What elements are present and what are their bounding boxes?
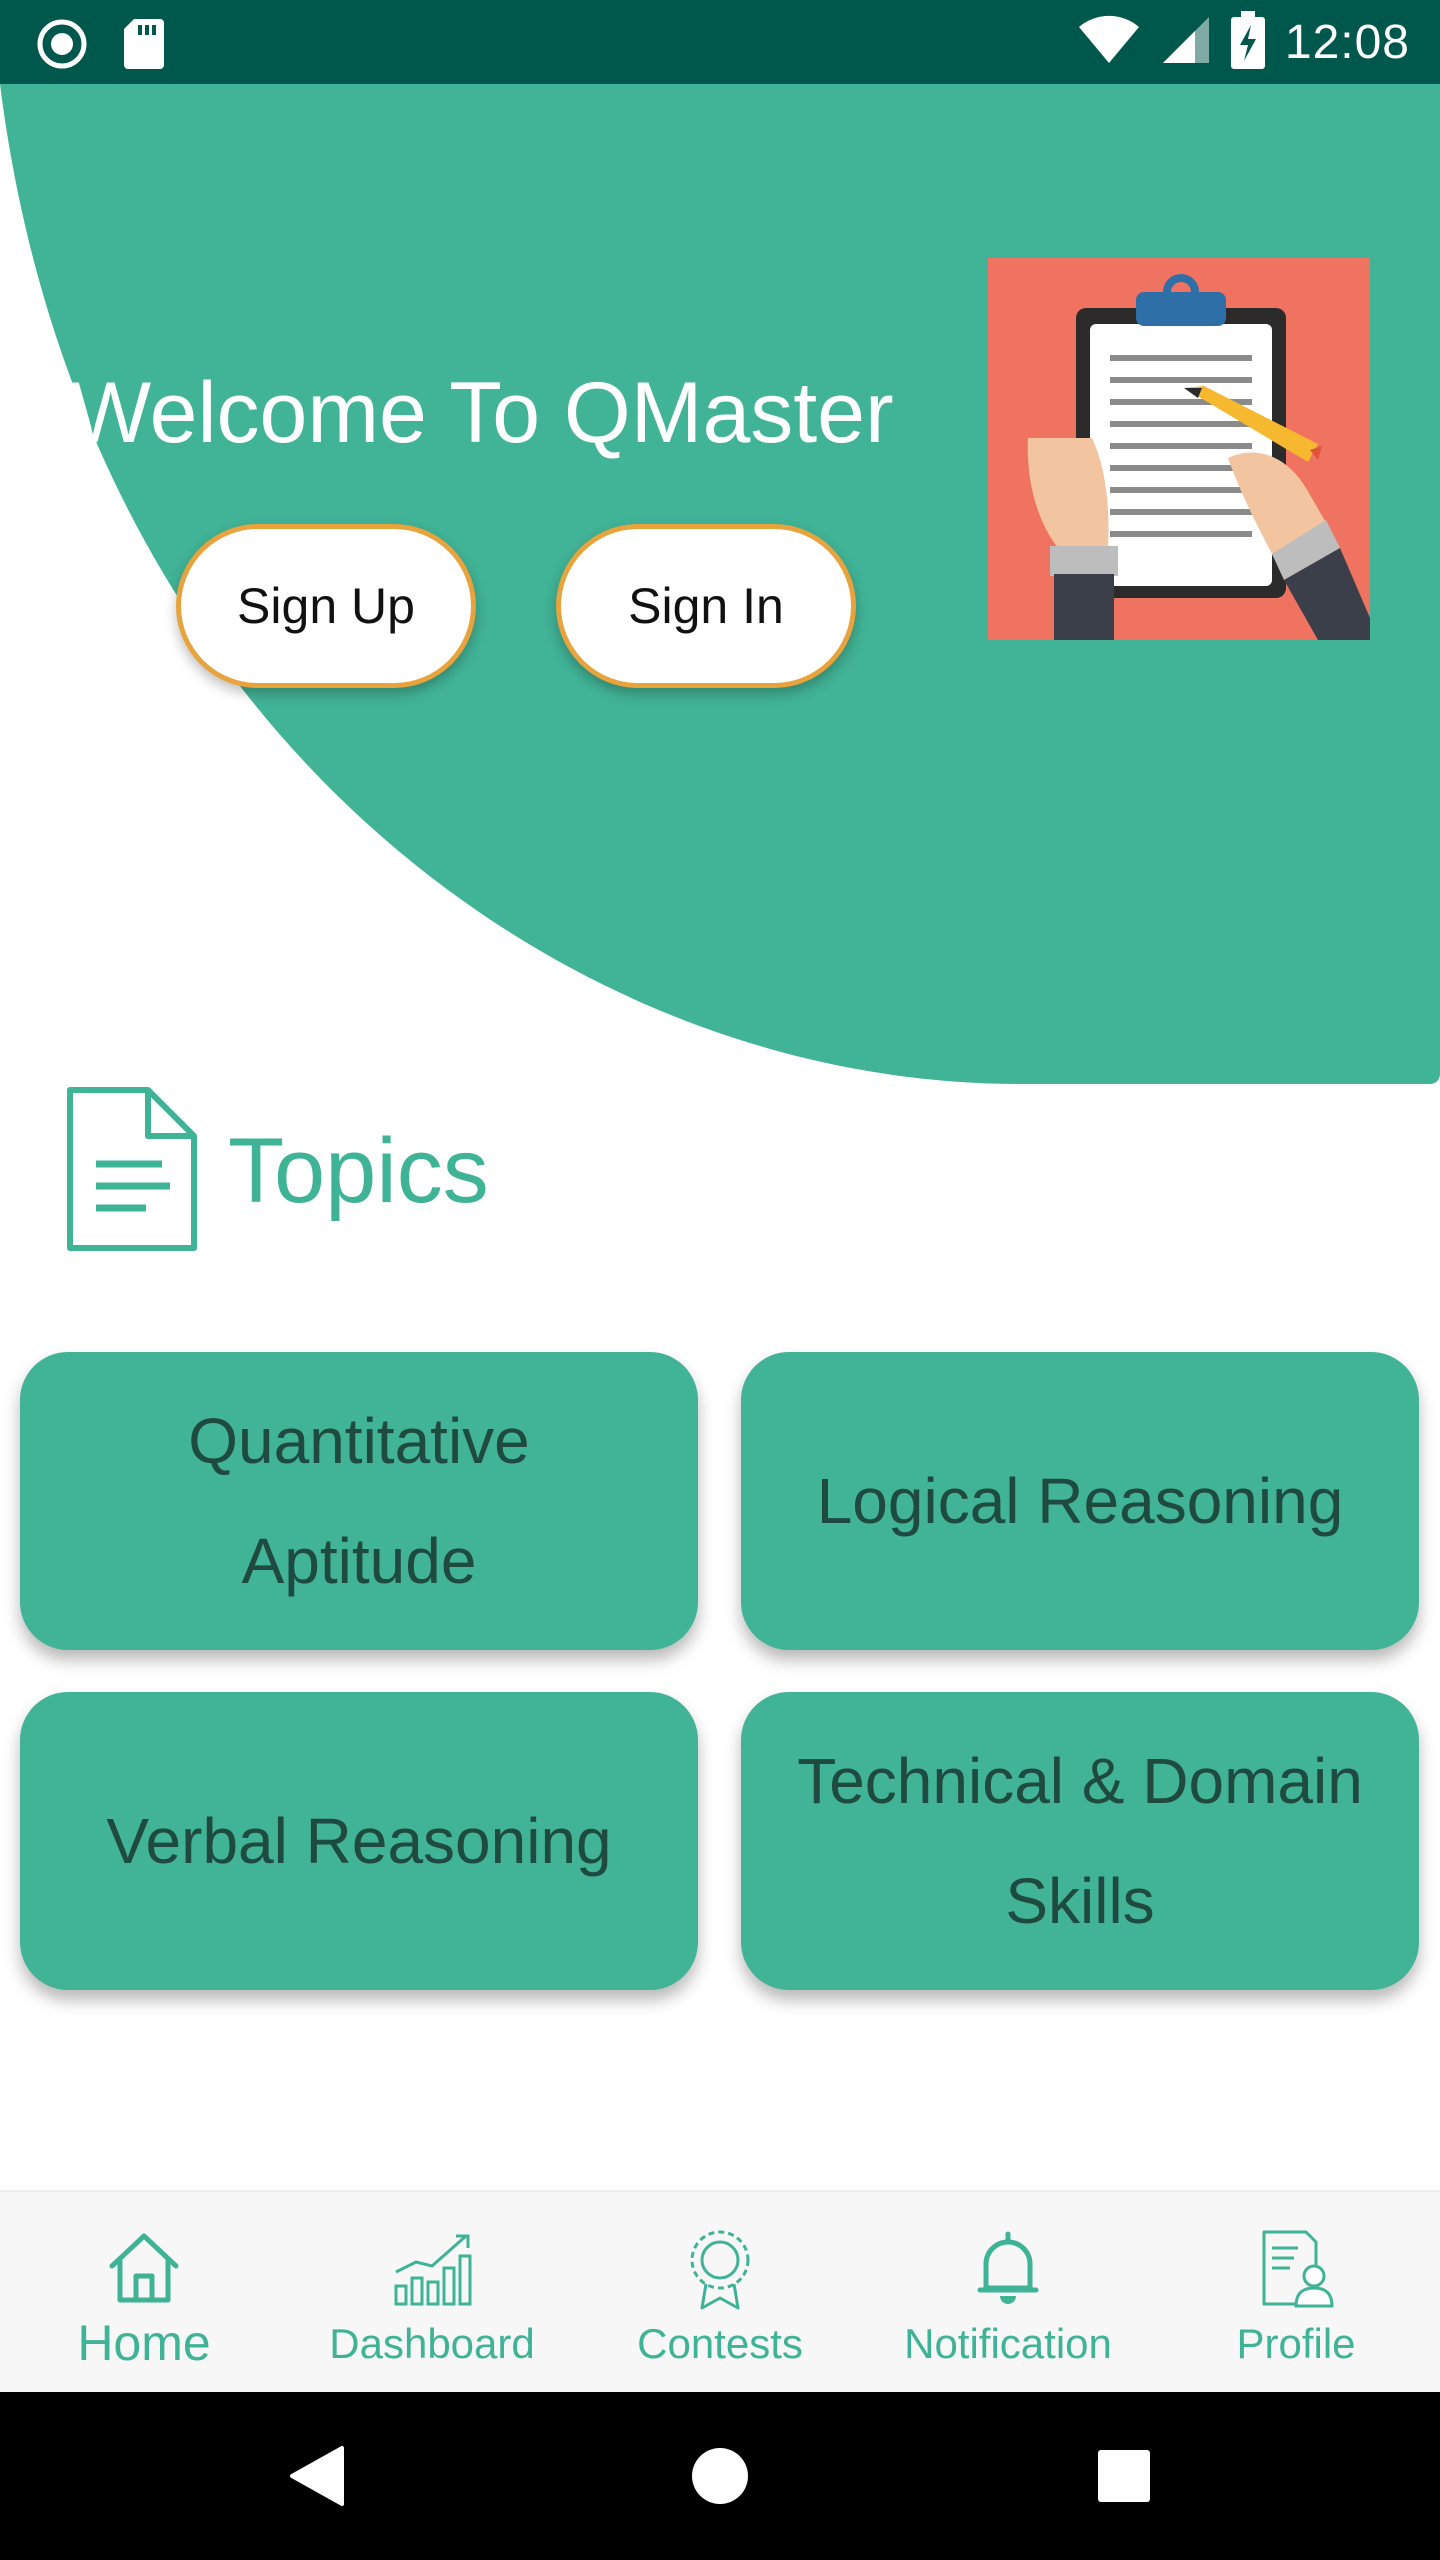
home-system-button[interactable] [640,2392,800,2560]
topics-header: Topics [66,1086,489,1257]
bell-icon [977,2231,1039,2304]
sd-card-icon [124,19,164,74]
wifi-icon [1077,15,1141,70]
system-navigation-bar [0,2392,1440,2560]
back-triangle-icon [290,2446,344,2506]
nav-label: Dashboard [329,2320,535,2367]
bottom-navigation: Home Dashboard Contests Notification Pro… [0,2190,1440,2392]
bar-chart-icon [394,2234,472,2306]
topic-card-verbal-reasoning[interactable]: Verbal Reasoning [20,1692,698,1990]
back-button[interactable] [236,2392,396,2560]
nav-item-notification[interactable]: Notification [864,2192,1152,2392]
nav-item-dashboard[interactable]: Dashboard [288,2192,576,2392]
sign-in-button[interactable]: Sign In [556,524,856,688]
topics-title: Topics [228,1119,489,1222]
recents-square-icon [1098,2450,1150,2502]
topic-card-label: Logical Reasoning [816,1465,1344,1537]
battery-charging-icon [1230,10,1265,74]
home-icon [109,2233,179,2303]
welcome-title: Welcome To QMaster [70,365,894,461]
hero-section: Welcome To QMaster Sign Up Sign In [0,84,1440,1084]
cell-signal-icon [1161,15,1211,70]
sign-up-button[interactable]: Sign Up [176,524,476,688]
nav-item-contests[interactable]: Contests [576,2192,864,2392]
home-circle-icon [692,2448,748,2504]
topic-card-label: Technical & Domain Skills [797,1745,1363,1937]
status-bar: 12:08 [0,0,1440,84]
badge-icon [690,2230,750,2310]
nav-label: Notification [904,2320,1112,2367]
document-icon [66,1086,198,1257]
nav-label: Profile [1236,2320,1356,2367]
status-time: 12:08 [1284,15,1410,69]
nav-label: Home [77,2315,211,2371]
profile-icon [1262,2230,1334,2308]
topic-card-technical-domain-skills[interactable]: Technical & Domain Skills [741,1692,1419,1990]
recents-button[interactable] [1044,2392,1204,2560]
clipboard-illustration [988,258,1370,640]
topic-card-logical-reasoning[interactable]: Logical Reasoning [741,1352,1419,1650]
nav-label: Contests [637,2320,803,2367]
nav-item-profile[interactable]: Profile [1152,2192,1440,2392]
nav-item-home[interactable]: Home [0,2192,288,2392]
topic-card-quantitative-aptitude[interactable]: Quantitative Aptitude [20,1352,698,1650]
topic-card-label: Verbal Reasoning [106,1805,612,1877]
record-icon [36,18,88,75]
topic-card-label: Quantitative Aptitude [188,1405,530,1597]
